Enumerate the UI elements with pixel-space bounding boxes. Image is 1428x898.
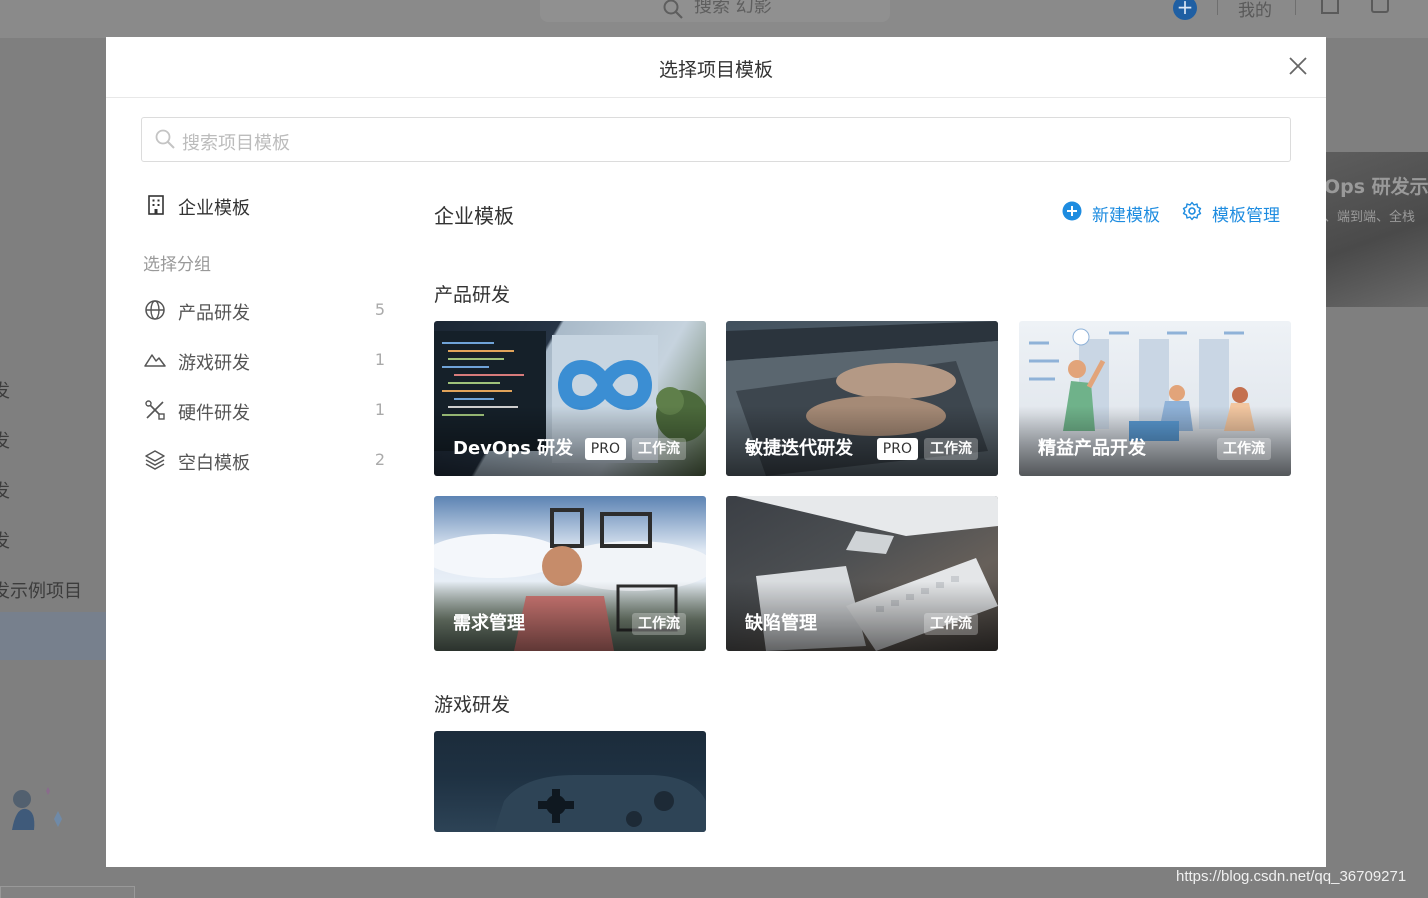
bg-project-card[interactable]: Ops 研发示例 、端到端、全栈 bbox=[1326, 152, 1428, 307]
building-icon bbox=[146, 194, 166, 220]
section-title-game: 游戏研发 bbox=[434, 694, 511, 716]
template-card-lean[interactable]: 精益产品开发 工作流 bbox=[1019, 321, 1291, 476]
template-card-game[interactable] bbox=[434, 731, 706, 832]
search-icon bbox=[154, 128, 176, 154]
sidebar-item-count: 1 bbox=[374, 400, 385, 419]
template-card-requirements[interactable]: 需求管理 工作流 bbox=[434, 496, 706, 651]
group-title: 选择分组 bbox=[143, 255, 211, 275]
modal-title: 选择项目模板 bbox=[658, 59, 773, 81]
bg-card-subtitle: 、端到端、全栈 bbox=[1326, 210, 1416, 225]
card-name: 精益产品开发 bbox=[1038, 438, 1146, 459]
sidebar-item-product[interactable]: 产品研发 5 bbox=[144, 296, 388, 326]
layers-icon bbox=[144, 449, 166, 475]
bg-nav-item[interactable]: 发 bbox=[0, 477, 10, 503]
card-tags: PRO 工作流 bbox=[876, 438, 978, 460]
card-tags: 工作流 bbox=[632, 613, 686, 635]
card-name: 缺陷管理 bbox=[745, 613, 817, 634]
section-title-product: 产品研发 bbox=[434, 284, 511, 306]
close-icon bbox=[1289, 57, 1307, 75]
new-template-label: 新建模板 bbox=[1092, 206, 1160, 226]
sidebar-item-label: 硬件研发 bbox=[178, 403, 250, 424]
sidebar-item-count: 5 bbox=[374, 300, 385, 319]
search-icon bbox=[662, 0, 684, 24]
mascot-illustration bbox=[6, 785, 76, 835]
window-icon[interactable] bbox=[1321, 0, 1339, 14]
card-tags: PRO 工作流 bbox=[584, 438, 686, 460]
sidebar-item-label: 产品研发 bbox=[178, 303, 250, 324]
bg-nav-item[interactable]: 发示例项目 bbox=[0, 577, 82, 603]
close-button[interactable] bbox=[1286, 54, 1310, 78]
pro-badge: PRO bbox=[876, 438, 918, 460]
tools-icon bbox=[144, 399, 166, 425]
card-name: 敏捷迭代研发 bbox=[745, 438, 853, 459]
header-divider bbox=[1295, 0, 1296, 15]
sidebar-item-label: 企业模板 bbox=[178, 198, 250, 219]
manage-template-label: 模板管理 bbox=[1212, 206, 1280, 226]
card-name: 需求管理 bbox=[453, 613, 525, 634]
bg-nav-selected bbox=[0, 612, 106, 660]
card-tags: 工作流 bbox=[1217, 438, 1271, 460]
pro-badge: PRO bbox=[584, 438, 626, 460]
sidebar-item-game[interactable]: 游戏研发 1 bbox=[144, 346, 388, 376]
modal-header: 选择项目模板 bbox=[106, 37, 1326, 98]
template-modal: 选择项目模板 搜索项目模板 企业模板 选择分组 产品研发 5 游戏研发 1 硬件… bbox=[106, 37, 1326, 867]
bg-nav-item[interactable]: 发 bbox=[0, 427, 10, 453]
sidebar-item-label: 游戏研发 bbox=[178, 353, 250, 374]
search-placeholder: 搜索项目模板 bbox=[182, 133, 290, 154]
card-tags: 工作流 bbox=[924, 613, 978, 635]
workflow-badge: 工作流 bbox=[924, 438, 978, 460]
workflow-badge: 工作流 bbox=[632, 438, 686, 460]
mountain-icon bbox=[144, 349, 166, 375]
template-card-devops[interactable]: DevOps 研发 PRO 工作流 bbox=[434, 321, 706, 476]
main-title: 企业模板 bbox=[434, 204, 514, 228]
template-search-input[interactable]: 搜索项目模板 bbox=[141, 117, 1291, 162]
sidebar-item-hardware[interactable]: 硬件研发 1 bbox=[144, 396, 388, 426]
bg-card-title: Ops 研发示例 bbox=[1326, 176, 1428, 198]
sidebar-item-count: 1 bbox=[374, 350, 385, 369]
mine-link[interactable]: 我的 bbox=[1238, 0, 1272, 21]
card-name: DevOps 研发 bbox=[453, 438, 574, 459]
template-card-bugs[interactable]: 缺陷管理 工作流 bbox=[726, 496, 998, 651]
bg-nav-item[interactable]: 发 bbox=[0, 377, 10, 403]
sidebar-item-count: 2 bbox=[374, 450, 385, 469]
bg-nav-item[interactable]: 发 bbox=[0, 527, 10, 553]
watermark: https://blog.csdn.net/qq_36709271 bbox=[1176, 868, 1407, 885]
template-card-agile[interactable]: 敏捷迭代研发 PRO 工作流 bbox=[726, 321, 998, 476]
sidebar-item-blank[interactable]: 空白模板 2 bbox=[144, 446, 388, 476]
sidebar-item-label: 空白模板 bbox=[178, 453, 250, 474]
global-search-placeholder: 搜索 幻影 bbox=[694, 0, 772, 17]
plus-circle-icon bbox=[1062, 201, 1082, 226]
bg-bottom-panel bbox=[0, 886, 135, 898]
message-icon[interactable] bbox=[1371, 0, 1389, 13]
game-illustration bbox=[494, 775, 706, 832]
globe-icon bbox=[144, 299, 166, 325]
header-divider bbox=[1217, 0, 1218, 15]
global-search[interactable]: 搜索 幻影 bbox=[540, 0, 890, 22]
workflow-badge: 工作流 bbox=[1217, 438, 1271, 460]
gear-icon bbox=[1182, 201, 1202, 226]
workflow-badge: 工作流 bbox=[632, 613, 686, 635]
workflow-badge: 工作流 bbox=[924, 613, 978, 635]
